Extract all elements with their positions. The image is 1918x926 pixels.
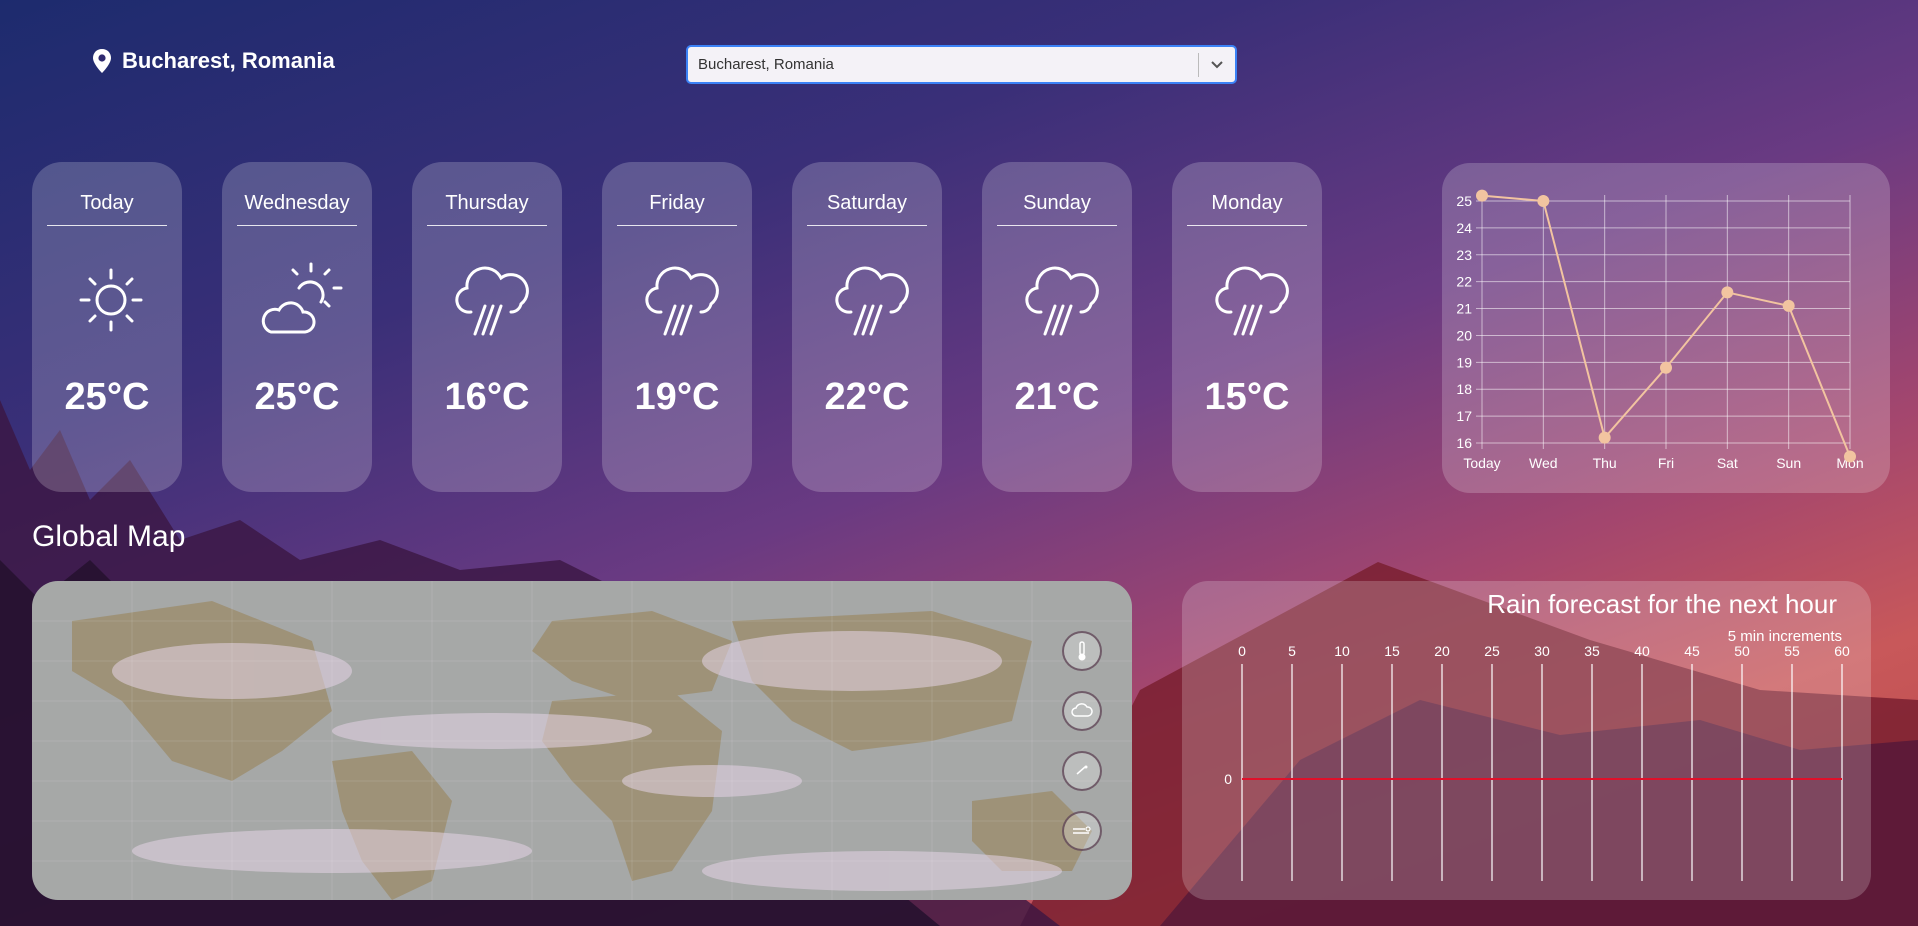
card-divider bbox=[427, 225, 547, 226]
card-divider bbox=[617, 225, 737, 226]
temperature-point bbox=[1782, 299, 1795, 312]
day-name: Sunday bbox=[1023, 192, 1091, 214]
x-tick-label: Sat bbox=[1717, 455, 1738, 471]
global-map[interactable] bbox=[32, 581, 1132, 900]
day-name: Today bbox=[80, 192, 134, 214]
x-tick-label: 25 bbox=[1484, 643, 1500, 659]
x-tick-label: Sun bbox=[1776, 455, 1801, 471]
temperature: 25°C bbox=[64, 376, 150, 418]
pressure-icon[interactable] bbox=[1062, 811, 1102, 851]
x-tick-label: 50 bbox=[1734, 643, 1750, 659]
day-name: Monday bbox=[1211, 192, 1283, 214]
temperature: 21°C bbox=[1014, 376, 1100, 418]
location-label: Bucharest, Romania bbox=[92, 48, 335, 74]
world-map-image[interactable] bbox=[32, 581, 1132, 900]
map-title: Global Map bbox=[32, 520, 186, 553]
y-tick-label: 18 bbox=[1456, 381, 1472, 397]
y-tick-label: 17 bbox=[1456, 408, 1472, 424]
city-search-input[interactable] bbox=[688, 47, 1198, 82]
sun-icon bbox=[79, 268, 143, 332]
rain-cloud-icon bbox=[835, 266, 909, 336]
temperature: 22°C bbox=[824, 376, 910, 418]
forecast-card-monday: Monday 15°C bbox=[1172, 162, 1322, 492]
x-tick-label: 60 bbox=[1834, 643, 1850, 659]
temperature: 25°C bbox=[254, 376, 340, 418]
chevron-down-icon[interactable] bbox=[1199, 47, 1235, 82]
temperature-chart: 16 17 18 19 20 21 22 23 24 25 Today Wed Thu Fri Sat Sun… bbox=[1456, 189, 1864, 471]
x-tick-label: 15 bbox=[1384, 643, 1400, 659]
rain-forecast-title: Rain forecast for the next hour bbox=[1487, 589, 1837, 619]
sun-cloud-icon bbox=[261, 262, 343, 334]
forecast-card-friday: Friday 19°C bbox=[602, 162, 752, 492]
x-tick-label: 45 bbox=[1684, 643, 1700, 659]
x-tick-label: 10 bbox=[1334, 643, 1350, 659]
card-divider bbox=[997, 225, 1117, 226]
rain-cloud-icon bbox=[1215, 266, 1289, 336]
forecast-card-thursday: Thursday 16°C bbox=[412, 162, 562, 492]
y-tick-label: 24 bbox=[1456, 220, 1472, 236]
x-tick-label: 20 bbox=[1434, 643, 1450, 659]
y-tick-label: 21 bbox=[1456, 301, 1472, 317]
x-tick-label: 30 bbox=[1534, 643, 1550, 659]
rain-forecast-panel: 0 5 10 15 20 25 30 35 40 45 50 55 60 0 Rain forecast … bbox=[1182, 581, 1871, 900]
temperature-point bbox=[1537, 195, 1550, 207]
day-name: Friday bbox=[649, 192, 705, 214]
city-select[interactable] bbox=[686, 45, 1237, 84]
card-divider bbox=[807, 225, 927, 226]
temperature-point bbox=[1660, 361, 1672, 374]
y-tick-label: 20 bbox=[1456, 327, 1472, 343]
thermometer-icon[interactable] bbox=[1062, 631, 1102, 671]
x-tick-label: Today bbox=[1463, 455, 1500, 471]
y-tick-label: 16 bbox=[1456, 435, 1472, 451]
x-tick-label: Wed bbox=[1529, 455, 1558, 471]
forecast-card-today: Today 25°C bbox=[32, 162, 182, 492]
wind-icon[interactable] bbox=[1062, 751, 1102, 791]
rain-cloud-icon bbox=[455, 266, 529, 336]
x-tick-label: 5 bbox=[1288, 643, 1296, 659]
day-name: Thursday bbox=[445, 192, 529, 214]
forecast-card-wednesday: Wednesday 25°C bbox=[222, 162, 372, 492]
x-tick-label: Thu bbox=[1593, 455, 1617, 471]
day-name: Saturday bbox=[826, 192, 908, 214]
y-tick-label: 19 bbox=[1456, 354, 1472, 370]
card-divider bbox=[1187, 225, 1307, 226]
location-pin-icon bbox=[93, 49, 111, 73]
rain-forecast-subtitle: 5 min increments bbox=[1727, 628, 1842, 645]
x-tick-label: Fri bbox=[1658, 455, 1674, 471]
x-tick-label: 0 bbox=[1238, 643, 1246, 659]
card-divider bbox=[47, 225, 167, 226]
forecast-card-saturday: Saturday 22°C bbox=[792, 162, 942, 492]
x-tick-label: 40 bbox=[1634, 643, 1650, 659]
temperature-point bbox=[1844, 450, 1856, 463]
temperature: 19°C bbox=[634, 376, 720, 418]
rain-cloud-icon bbox=[1025, 266, 1099, 336]
day-name: Wednesday bbox=[244, 192, 350, 214]
temperature: 16°C bbox=[444, 376, 530, 418]
y-tick-label: 23 bbox=[1456, 247, 1472, 263]
card-divider bbox=[237, 225, 357, 226]
x-tick-label: 55 bbox=[1784, 643, 1800, 659]
rain-cloud-icon bbox=[645, 266, 719, 336]
forecast-card-sunday: Sunday 21°C bbox=[982, 162, 1132, 492]
y-tick-label: 22 bbox=[1456, 274, 1472, 290]
y-tick-label: 0 bbox=[1224, 771, 1232, 787]
location-name: Bucharest, Romania bbox=[122, 48, 335, 73]
temperature-chart-panel: 16 17 18 19 20 21 22 23 24 25 Today Wed Thu Fri Sat Sun… bbox=[1442, 163, 1890, 493]
temperature-point bbox=[1721, 286, 1734, 299]
y-tick-label: 25 bbox=[1456, 193, 1472, 209]
x-tick-label: 35 bbox=[1584, 643, 1600, 659]
cloud-icon[interactable] bbox=[1062, 691, 1102, 731]
temperature: 15°C bbox=[1204, 376, 1290, 418]
temperature-point bbox=[1598, 431, 1611, 444]
temperature-point bbox=[1476, 189, 1488, 202]
